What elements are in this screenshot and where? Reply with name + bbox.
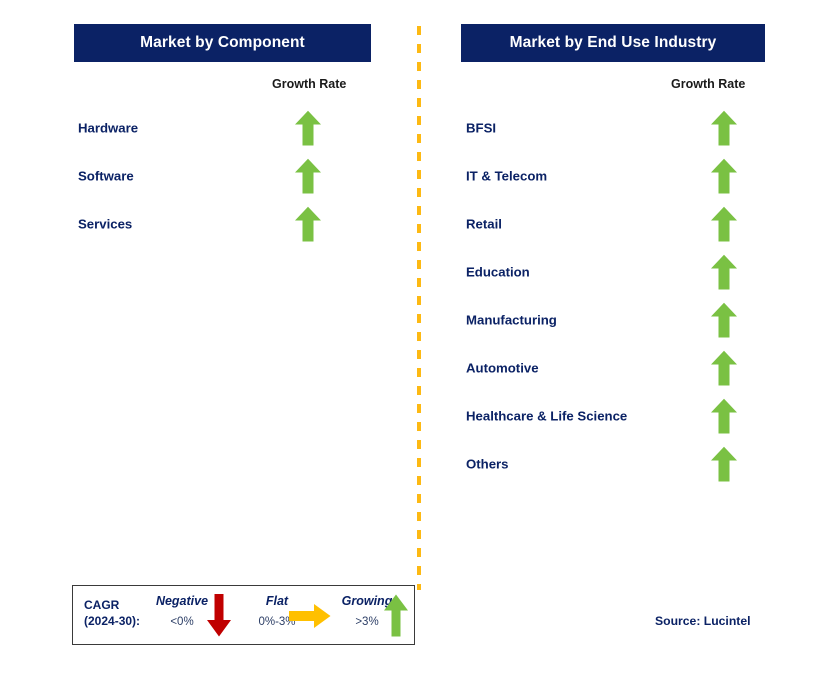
segment-label: IT & Telecom <box>466 168 548 184</box>
panel-title-component: Market by Component <box>140 34 305 51</box>
source-note: Source: Lucintel <box>655 614 751 628</box>
segment-row: Automotive <box>466 344 776 392</box>
segment-label: Retail <box>466 216 502 232</box>
arrow-up-icon <box>710 158 738 194</box>
cagr-legend: CAGR (2024-30): Negative <0% Flat 0%-3% … <box>72 585 415 645</box>
arrow-up-icon <box>383 594 409 637</box>
panel-title-end-use-industry: Market by End Use Industry <box>509 34 717 51</box>
growth-rate-caption-component: Growth Rate <box>272 77 347 91</box>
legend-title-line1: CAGR <box>84 598 120 612</box>
arrow-up-icon <box>710 350 738 386</box>
arrow-up-icon <box>294 206 322 242</box>
vertical-dashed-divider <box>417 26 421 590</box>
arrow-up-icon <box>710 110 738 146</box>
panel-header-end-use-industry: Market by End Use Industry <box>461 24 765 62</box>
growth-rate-caption-end-use-industry: Growth Rate <box>671 77 746 91</box>
segment-label: BFSI <box>466 120 497 136</box>
segment-label: Healthcare & Life Science <box>466 408 628 424</box>
segment-list-end-use-industry: BFSI IT & Telecom Retail Education Manufactu… <box>466 104 776 488</box>
panel-header-component: Market by Component <box>74 24 371 62</box>
arrow-up-icon <box>710 302 738 338</box>
segment-label: Software <box>78 168 134 184</box>
segment-row: Software <box>78 152 378 200</box>
segment-row: BFSI <box>466 104 776 152</box>
segment-row: Retail <box>466 200 776 248</box>
arrow-down-icon <box>206 594 232 637</box>
segment-label: Education <box>466 264 530 280</box>
segment-label: Manufacturing <box>466 312 557 328</box>
segment-row: IT & Telecom <box>466 152 776 200</box>
arrow-up-icon <box>294 110 322 146</box>
segment-list-component: Hardware Software Services <box>78 104 378 248</box>
segment-label: Hardware <box>78 120 139 136</box>
infographic-canvas: Market by Component Growth Rate Hardware… <box>0 0 840 686</box>
legend-title-line2: (2024-30): <box>84 614 141 628</box>
segment-row: Education <box>466 248 776 296</box>
arrow-up-icon <box>710 446 738 482</box>
segment-label: Others <box>466 456 509 472</box>
legend-title: CAGR (2024-30): <box>84 597 140 629</box>
segment-row: Hardware <box>78 104 378 152</box>
segment-label: Services <box>78 216 133 232</box>
segment-row: Others <box>466 440 776 488</box>
segment-row: Manufacturing <box>466 296 776 344</box>
segment-row: Healthcare & Life Science <box>466 392 776 440</box>
segment-label: Automotive <box>466 360 539 376</box>
arrow-up-icon <box>294 158 322 194</box>
arrow-up-icon <box>710 206 738 242</box>
segment-row: Services <box>78 200 378 248</box>
arrow-up-icon <box>710 398 738 434</box>
arrow-up-icon <box>710 254 738 290</box>
